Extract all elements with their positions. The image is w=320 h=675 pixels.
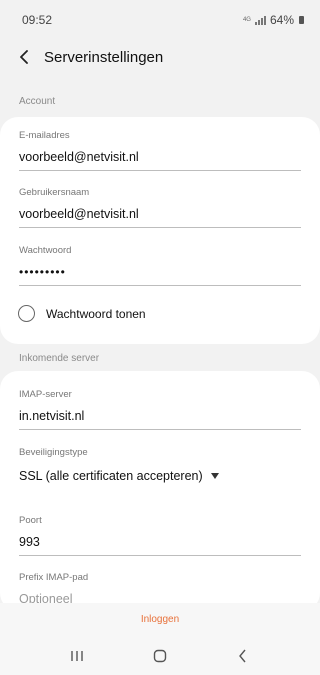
password-label: Wachtwoord bbox=[19, 245, 72, 256]
imap-prefix-label: Prefix IMAP-pad bbox=[19, 572, 89, 583]
status-indicators: 4G 64% bbox=[243, 13, 304, 27]
username-label: Gebruikersnaam bbox=[19, 187, 90, 198]
email-label: E-mailadres bbox=[19, 130, 70, 141]
back-arrow-icon bbox=[238, 649, 246, 662]
login-button[interactable]: Inloggen bbox=[141, 614, 179, 625]
system-navigation-bar bbox=[0, 636, 320, 675]
recent-apps-icon bbox=[71, 650, 84, 661]
port-input[interactable]: 993 bbox=[19, 535, 301, 556]
page-title: Serverinstellingen bbox=[44, 48, 164, 66]
imap-server-input[interactable]: in.netvisit.nl bbox=[19, 409, 301, 430]
show-password-toggle[interactable]: Wachtwoord tonen bbox=[18, 305, 146, 322]
dropdown-arrow-icon bbox=[210, 473, 219, 479]
system-back-button[interactable] bbox=[223, 641, 263, 671]
security-type-label: Beveiligingstype bbox=[19, 447, 88, 458]
email-input[interactable]: voorbeeld@netvisit.nl bbox=[19, 150, 301, 171]
imap-server-label: IMAP-server bbox=[19, 389, 72, 400]
password-field: Wachtwoord ••••••••• bbox=[19, 245, 301, 286]
email-field: E-mailadres voorbeeld@netvisit.nl bbox=[19, 130, 301, 171]
account-card: E-mailadres voorbeeld@netvisit.nl Gebrui… bbox=[0, 117, 320, 344]
recent-apps-button[interactable] bbox=[57, 641, 97, 671]
password-input[interactable]: ••••••••• bbox=[19, 265, 301, 286]
status-time: 09:52 bbox=[22, 13, 53, 27]
section-header-account: Account bbox=[19, 96, 56, 107]
signal-icon bbox=[254, 15, 266, 25]
chevron-left-icon bbox=[20, 50, 28, 64]
incoming-server-card: IMAP-server in.netvisit.nl Beveiligingst… bbox=[0, 371, 320, 611]
home-button[interactable] bbox=[140, 641, 180, 671]
show-password-radio-icon[interactable] bbox=[18, 305, 35, 322]
username-field: Gebruikersnaam voorbeeld@netvisit.nl bbox=[19, 187, 301, 228]
show-password-label: Wachtwoord tonen bbox=[46, 306, 146, 321]
app-bar: Serverinstellingen bbox=[0, 40, 320, 74]
port-label: Poort bbox=[19, 515, 42, 526]
battery-icon bbox=[299, 16, 304, 24]
security-type-field: Beveiligingstype SSL (alle certificaten … bbox=[19, 447, 301, 483]
section-header-incoming: Inkomende server bbox=[19, 353, 100, 364]
home-icon bbox=[153, 649, 167, 662]
bottom-action-bar: Inloggen bbox=[0, 603, 320, 636]
security-type-value: SSL (alle certificaten accepteren) bbox=[19, 469, 203, 483]
port-field: Poort 993 bbox=[19, 515, 301, 556]
battery-percentage: 64% bbox=[269, 13, 294, 27]
username-input[interactable]: voorbeeld@netvisit.nl bbox=[19, 207, 301, 228]
security-type-dropdown[interactable]: SSL (alle certificaten accepteren) bbox=[19, 469, 301, 483]
status-bar: 09:52 4G 64% bbox=[0, 0, 320, 40]
back-button[interactable] bbox=[6, 40, 44, 74]
imap-server-field: IMAP-server in.netvisit.nl bbox=[19, 389, 301, 430]
network-type-label: 4G bbox=[242, 17, 251, 23]
